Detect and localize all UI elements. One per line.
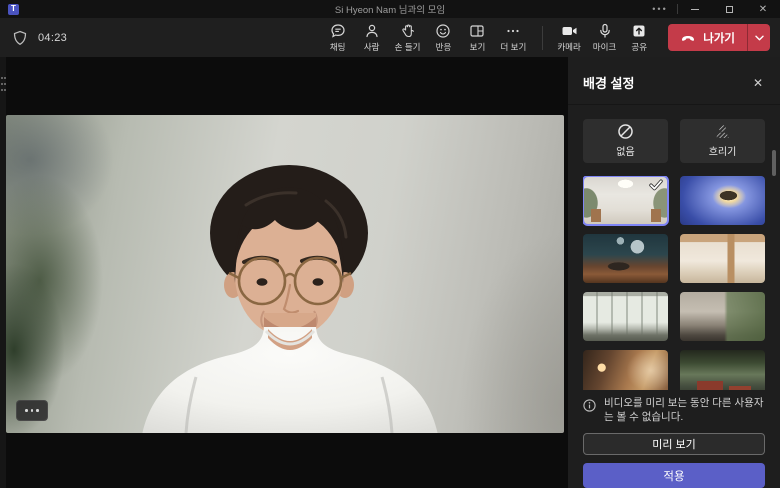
titlebar: T Si Hyeon Nam 님과의 모임 ••• ✕	[0, 0, 780, 18]
background-settings-panel: 배경 설정 ✕ 없음 흐리기 비디오를 미리 보는 동안 다른 사용자는 볼 수…	[568, 57, 780, 488]
background-thumbnail-space[interactable]	[680, 175, 765, 225]
camera-icon	[562, 26, 577, 35]
raise-hand-button[interactable]: 손 들기	[389, 21, 427, 55]
participant-video	[142, 165, 438, 433]
reactions-label: 반응	[435, 41, 452, 52]
people-icon	[366, 24, 378, 37]
preview-info-text: 비디오를 미리 보는 동안 다른 사용자는 볼 수 없습니다.	[604, 396, 764, 423]
minimize-icon	[691, 8, 699, 10]
more-icon	[507, 29, 519, 32]
shield-icon	[13, 30, 27, 45]
leave-button[interactable]: 나가기	[668, 24, 770, 51]
camera-label: 카메라	[557, 41, 581, 52]
view-label: 보기	[469, 41, 486, 52]
people-button[interactable]: 사람	[355, 21, 389, 55]
chat-label: 채팅	[329, 41, 346, 52]
panel-scrollbar[interactable]	[772, 150, 776, 176]
none-icon	[618, 124, 633, 140]
background-gallery	[583, 175, 765, 390]
background-thumbnail-white-room[interactable]	[583, 175, 669, 226]
ellipsis-icon	[25, 409, 28, 412]
people-label: 사람	[363, 41, 380, 52]
microphone-label: 마이크	[592, 41, 617, 52]
reactions-icon	[436, 23, 451, 38]
background-thumbnail-warm-living[interactable]	[583, 349, 668, 390]
teams-logo-icon: T	[8, 3, 19, 15]
more-options-label: 더 보기	[500, 41, 527, 52]
meeting-stage	[0, 57, 568, 488]
maximize-icon	[725, 5, 733, 13]
info-icon	[583, 399, 596, 412]
panel-title: 배경 설정	[583, 76, 635, 91]
maximize-button[interactable]	[712, 0, 746, 18]
leave-label: 나가기	[703, 32, 735, 45]
leave-dropdown-button[interactable]	[748, 24, 770, 51]
meeting-toolbar: 04:23 채팅 사람 손 들기 반응 보기 더 보기 카메라 마이크 공유 나…	[0, 18, 780, 57]
blur-icon	[716, 125, 729, 139]
background-none-button[interactable]: 없음	[583, 118, 668, 163]
background-thumbnail-alien-planet[interactable]	[583, 233, 668, 283]
camera-button[interactable]: 카메라	[551, 21, 586, 55]
microphone-button[interactable]: 마이크	[587, 21, 622, 55]
background-blur-button[interactable]: 흐리기	[680, 118, 765, 163]
self-video-preview	[6, 115, 564, 433]
background-grid	[583, 175, 765, 390]
chat-button[interactable]: 채팅	[321, 21, 355, 55]
panel-divider	[568, 104, 780, 105]
share-icon	[633, 25, 645, 36]
blur-label: 흐리기	[708, 147, 737, 159]
hang-up-icon	[682, 35, 695, 41]
apply-button[interactable]: 적용	[583, 463, 765, 488]
preview-button[interactable]: 미리 보기	[583, 432, 765, 456]
close-panel-button[interactable]: ✕	[751, 75, 765, 91]
background-thumbnail-plant-lounge[interactable]	[680, 291, 765, 341]
microphone-icon	[599, 23, 610, 38]
view-icon	[470, 24, 485, 37]
titlebar-more-button[interactable]: •••	[643, 0, 677, 18]
teams-meeting-window: T Si Hyeon Nam 님과의 모임 ••• ✕ 04:23 채팅 사람	[0, 0, 780, 488]
more-options-button[interactable]: 더 보기	[494, 21, 532, 55]
raise-hand-icon	[401, 24, 414, 37]
background-thumbnail-green-atrium[interactable]	[680, 349, 765, 390]
share-button[interactable]: 공유	[622, 21, 656, 55]
toolbar-divider	[542, 25, 544, 50]
drag-handle-icon	[1, 77, 6, 91]
close-icon: ✕	[758, 3, 768, 15]
share-label: 공유	[631, 41, 648, 52]
view-button[interactable]: 보기	[460, 21, 494, 55]
close-window-button[interactable]: ✕	[746, 0, 780, 18]
meeting-timer: 04:23	[38, 31, 68, 44]
reactions-button[interactable]: 반응	[426, 21, 460, 55]
minimize-button[interactable]	[678, 0, 712, 18]
background-thumbnail-wood-interior[interactable]	[680, 233, 765, 283]
ellipsis-icon: •••	[652, 4, 668, 14]
check-icon	[649, 179, 663, 191]
chat-icon	[331, 23, 345, 38]
chevron-down-icon	[754, 35, 764, 40]
background-thumbnail-bright-window[interactable]	[583, 291, 668, 341]
none-label: 없음	[616, 147, 635, 159]
video-tile-more-button[interactable]	[16, 400, 48, 421]
raise-hand-label: 손 들기	[394, 41, 421, 52]
